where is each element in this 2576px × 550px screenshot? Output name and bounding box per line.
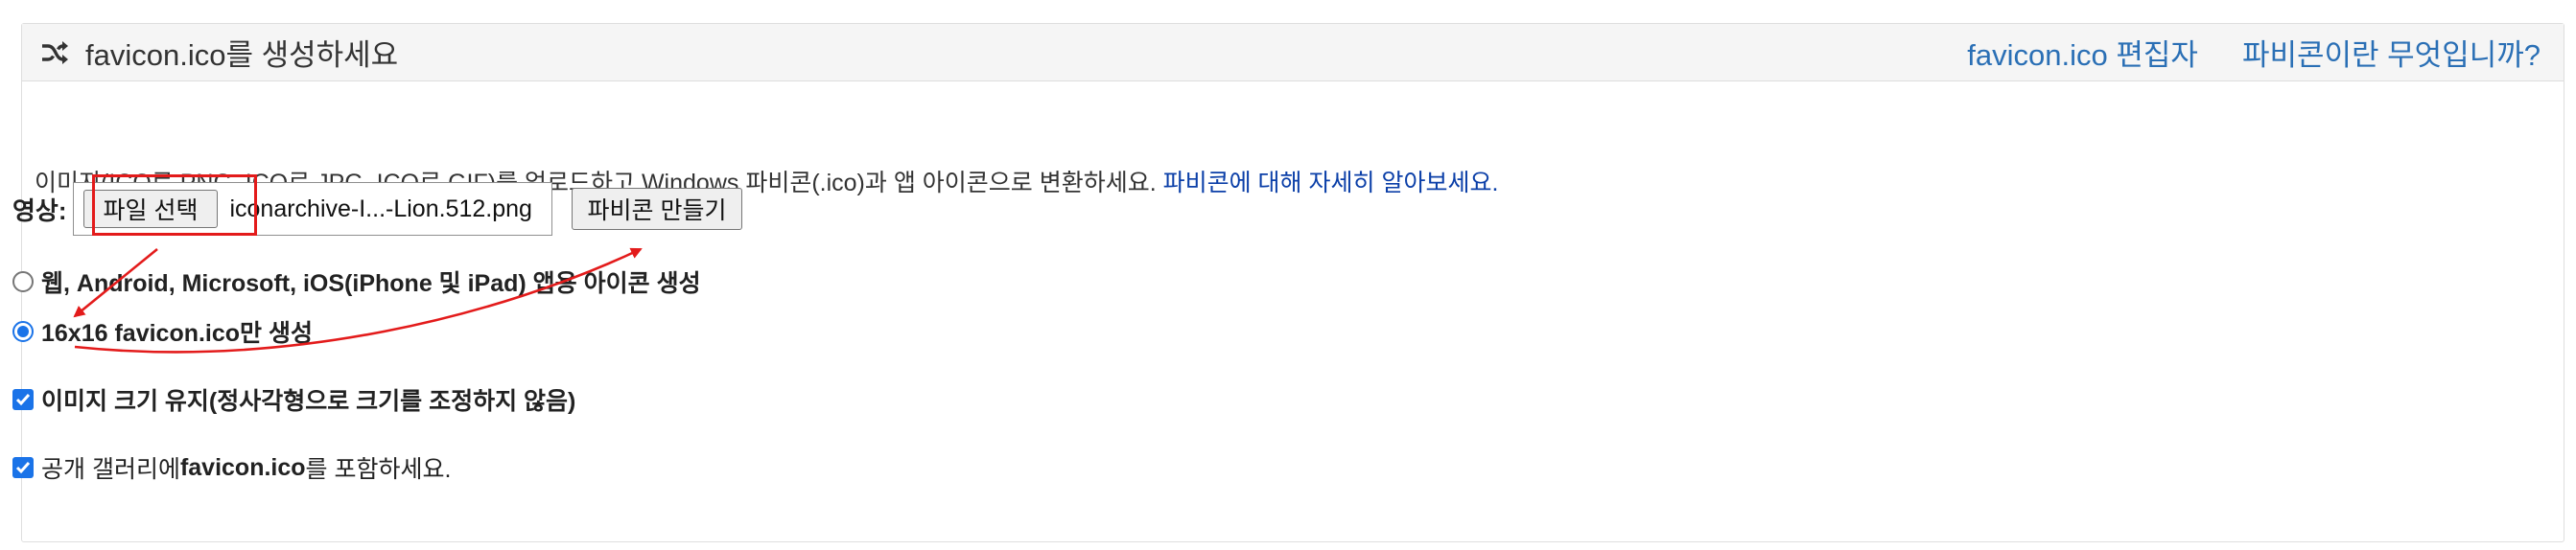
header-links: favicon.ico 편집자 파비콘이란 무엇입니까? <box>1967 31 2541 74</box>
shuffle-icon <box>34 32 76 74</box>
gallery-label-bold: favicon.ico <box>179 453 306 481</box>
keep-size-label: 이미지 크기 유지(정사각형으로 크기를 조정하지 않음) <box>41 388 576 415</box>
radio-16x16[interactable] <box>12 321 34 342</box>
checkmark-icon <box>15 394 31 406</box>
annotation-highlight-box <box>92 174 257 236</box>
option-all-icons[interactable]: 웹, Android, Microsoft, iOS(iPhone 및 iPad… <box>12 264 701 299</box>
selected-file-name: iconarchive-I...-Lion.512.png <box>229 195 532 222</box>
option-keep-size[interactable]: 이미지 크기 유지(정사각형으로 크기를 조정하지 않음) <box>12 382 575 417</box>
option-gallery[interactable]: 공개 갤러리에 favicon.ico 를 포함하세요. <box>12 450 451 485</box>
gallery-label-suffix: 를 포함하세요. <box>305 456 452 483</box>
radio-all-icons-label: 웹, Android, Microsoft, iOS(iPhone 및 iPad… <box>41 270 701 297</box>
keep-size-checkbox[interactable] <box>12 389 34 410</box>
learn-more-link[interactable]: 파비콘에 대해 자세히 알아보세요. <box>1163 170 1499 196</box>
favicon-editor-link[interactable]: favicon.ico 편집자 <box>1967 31 2198 74</box>
what-is-favicon-link[interactable]: 파비콘이란 무엇입니까? <box>2242 31 2541 74</box>
panel-header: favicon.ico를 생성하세요 favicon.ico 편집자 파비콘이란… <box>22 24 2564 81</box>
create-favicon-button[interactable]: 파비콘 만들기 <box>571 188 743 230</box>
gallery-checkbox[interactable] <box>12 457 34 478</box>
radio-all-icons[interactable] <box>12 271 34 292</box>
gallery-label-prefix: 공개 갤러리에 <box>41 456 180 483</box>
checkmark-icon <box>15 462 31 474</box>
page-title: favicon.ico를 생성하세요 <box>85 38 399 72</box>
image-label: 영상: <box>12 195 67 225</box>
radio-16x16-label: 16x16 favicon.ico만 생성 <box>41 320 314 347</box>
option-16x16[interactable]: 16x16 favicon.ico만 생성 <box>12 314 313 349</box>
